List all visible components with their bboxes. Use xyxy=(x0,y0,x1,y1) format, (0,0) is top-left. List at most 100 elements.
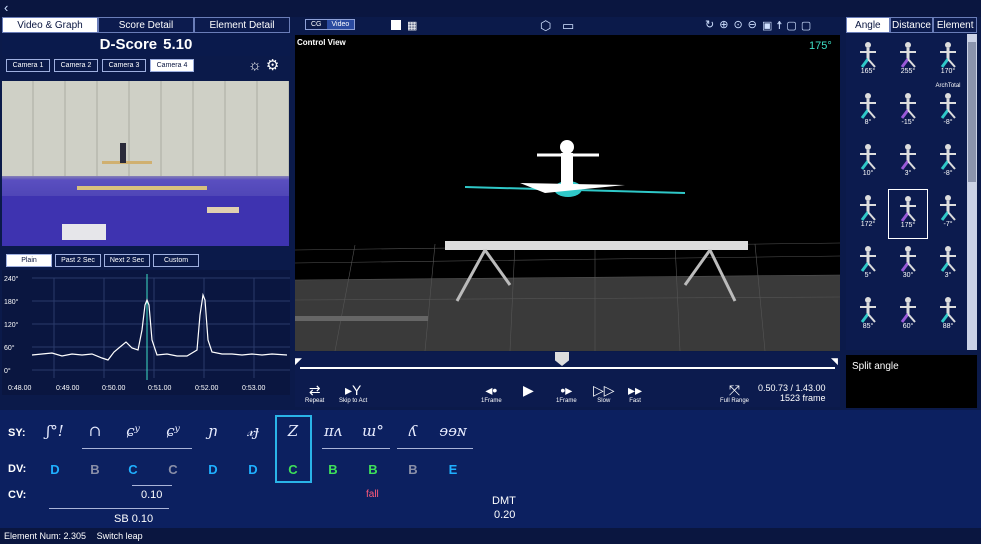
dv-value[interactable]: B xyxy=(80,462,110,477)
rotate-icon[interactable]: ↻ xyxy=(705,19,719,31)
angle-cell[interactable]: 3° xyxy=(888,138,928,188)
scrollbar-thumb[interactable] xyxy=(968,42,976,182)
angle-graph[interactable]: 240° 180° 120° 60° 0° 0:48.00 0:49.00 0:… xyxy=(2,270,290,395)
element-symbol[interactable]: ɪɪʌ xyxy=(318,422,348,440)
tab-next-2-sec[interactable]: Next 2 Sec xyxy=(104,254,150,267)
dv-value[interactable]: D xyxy=(238,462,268,477)
angle-cell[interactable]: 3° xyxy=(928,240,968,290)
angle-cell[interactable]: ArchTotal -8° xyxy=(928,83,968,137)
element-symbol[interactable]: ɘɘɴ xyxy=(438,422,468,440)
angle-value: 255° xyxy=(900,68,916,75)
dv-value[interactable]: C xyxy=(278,462,308,477)
fast-button[interactable]: ▸▸ Fast xyxy=(628,382,642,404)
grid-view-icon[interactable]: ▦ xyxy=(407,19,417,32)
playhead[interactable] xyxy=(555,352,569,366)
tab-video-graph[interactable]: Video & Graph xyxy=(2,17,98,33)
element-symbol[interactable]: ∩ xyxy=(80,422,110,440)
angle-cell[interactable]: 85° xyxy=(848,291,888,341)
element-symbol[interactable]: Z xyxy=(278,422,308,440)
camera-4-button[interactable]: Camera 4 xyxy=(150,59,194,72)
tab-past-2-sec[interactable]: Past 2 Sec xyxy=(55,254,101,267)
angle-cell[interactable]: 5° xyxy=(848,240,888,290)
tab-plain[interactable]: Plain xyxy=(6,254,52,267)
timeline-track[interactable] xyxy=(300,367,835,369)
toggle-video[interactable]: Video xyxy=(326,20,355,29)
angle-cell[interactable]: 165° xyxy=(848,36,888,86)
angle-value: 5° xyxy=(864,272,872,279)
angle-cell[interactable]: -8° xyxy=(928,138,968,188)
dv-value[interactable]: D xyxy=(198,462,228,477)
full-range-label: Full Range xyxy=(720,398,750,404)
element-symbol[interactable]: ɕʸ xyxy=(158,422,188,440)
element-symbol[interactable]: ʃ°! xyxy=(40,422,70,440)
toggle-cg[interactable]: CG xyxy=(306,20,327,29)
body-angle-icon xyxy=(856,244,880,272)
dv-value[interactable]: D xyxy=(40,462,70,477)
dv-value[interactable]: C xyxy=(118,462,148,477)
element-symbol[interactable]: ɯ° xyxy=(358,422,388,440)
body-angle-icon xyxy=(936,193,960,221)
prev-frame-button[interactable]: ◂• 1Frame xyxy=(481,382,502,404)
dmt-value: 0.20 xyxy=(494,509,516,521)
angle-cell[interactable]: 175° xyxy=(888,189,928,239)
dscore-label: D-Score xyxy=(99,36,158,53)
single-view-icon[interactable] xyxy=(391,20,401,30)
skip-to-act-button[interactable]: ▸Y Skip to Act xyxy=(339,382,367,404)
dv-value[interactable]: B xyxy=(318,462,348,477)
x-tick: 0:52.00 xyxy=(195,385,218,392)
brightness-icon[interactable]: ☼ xyxy=(248,57,262,74)
next-frame-button[interactable]: •▸ 1Frame xyxy=(556,382,577,404)
back-arrow-icon[interactable]: ‹ xyxy=(4,0,8,15)
angle-cell[interactable]: 60° xyxy=(888,291,928,341)
body-angle-icon xyxy=(936,142,960,170)
element-symbol[interactable]: ɲ xyxy=(198,422,228,440)
tab-angle[interactable]: Angle xyxy=(846,17,890,33)
full-range-button[interactable]: ⤧ Full Range xyxy=(720,382,749,404)
tab-distance[interactable]: Distance xyxy=(889,17,934,33)
camera-view-icon[interactable]: ⬡ xyxy=(540,18,551,34)
angle-cell[interactable]: 8° xyxy=(848,87,888,137)
dv-value[interactable]: B xyxy=(358,462,388,477)
slow-button[interactable]: ▷▷ Slow xyxy=(593,382,615,404)
camera-2-button[interactable]: Camera 2 xyxy=(54,59,98,72)
element-symbol[interactable]: 𝓍ɟ xyxy=(238,422,268,440)
element-symbol[interactable]: ʎ xyxy=(398,422,428,440)
left-view-icon[interactable]: ▢ xyxy=(786,20,800,32)
app-icon[interactable]: ▣ xyxy=(762,20,776,32)
tab-element[interactable]: Element xyxy=(933,17,978,33)
dv-value[interactable]: C xyxy=(158,462,188,477)
camera-1-button[interactable]: Camera 1 xyxy=(6,59,50,72)
zoom-fit-icon[interactable]: ⊙ xyxy=(733,19,747,31)
gear-icon[interactable]: ⚙ xyxy=(266,57,279,74)
person-icon[interactable]: ☨ xyxy=(776,20,786,32)
tab-element-detail[interactable]: Element Detail xyxy=(194,17,290,33)
range-start-icon[interactable]: ◤ xyxy=(295,356,302,367)
tab-custom[interactable]: Custom xyxy=(153,254,199,267)
range-end-icon[interactable]: ◥ xyxy=(831,356,838,367)
tab-score-detail[interactable]: Score Detail xyxy=(98,17,194,33)
angle-cell[interactable]: 255° xyxy=(888,36,928,86)
angle-cell[interactable]: 170° xyxy=(928,36,968,86)
repeat-button[interactable]: ⇄ Repeat xyxy=(305,382,324,404)
angle-cell[interactable]: -15° xyxy=(888,87,928,137)
zoom-in-icon[interactable]: ⊕ xyxy=(719,19,733,31)
zoom-out-icon[interactable]: ⊖ xyxy=(748,19,762,31)
right-view-icon[interactable]: ▢ xyxy=(801,20,815,32)
dscore-value: 5.10 xyxy=(163,36,193,53)
angle-cell[interactable]: 88° xyxy=(928,291,968,341)
dv-value[interactable]: E xyxy=(438,462,468,477)
angle-curve xyxy=(31,292,288,361)
angle-cell[interactable]: -7° xyxy=(928,189,968,239)
element-name: Switch leap xyxy=(96,531,143,541)
angle-cell[interactable]: 30° xyxy=(888,240,928,290)
3d-control-view[interactable] xyxy=(295,35,840,351)
camera-3-button[interactable]: Camera 3 xyxy=(102,59,146,72)
element-symbol[interactable]: ɕʸ xyxy=(118,422,148,440)
screen-view-icon[interactable]: ▭ xyxy=(562,18,574,34)
angle-cell[interactable]: 172° xyxy=(848,189,888,239)
play-button[interactable]: ▶ xyxy=(523,382,534,398)
arch-total-label: ArchTotal xyxy=(935,83,961,89)
angle-value: 172° xyxy=(860,221,876,228)
dv-value[interactable]: B xyxy=(398,462,428,477)
angle-cell[interactable]: 10° xyxy=(848,138,888,188)
